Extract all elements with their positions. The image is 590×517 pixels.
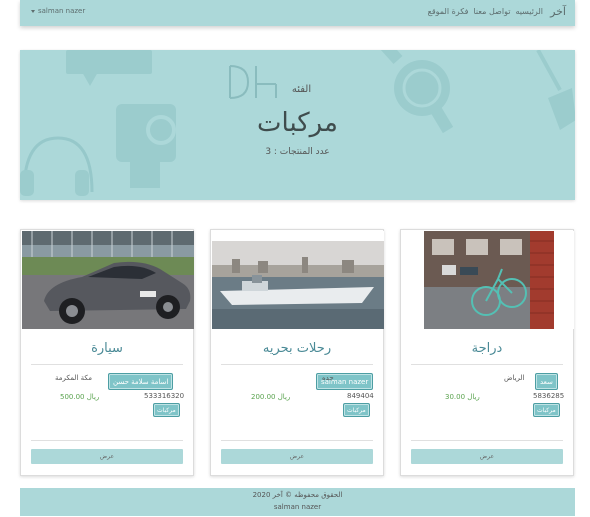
boat-image: [212, 231, 384, 329]
product-phone: 533316320: [144, 392, 185, 400]
view-button[interactable]: عرض: [31, 449, 183, 464]
divider: [31, 440, 183, 441]
divider: [31, 364, 183, 365]
product-city: الرياض: [504, 374, 525, 382]
product-card: دراجة سعد الرياض 5836285 30.00 ريال مركب…: [400, 229, 574, 476]
car-image: [22, 231, 194, 329]
nav-link-about[interactable]: فكرة الموقع: [428, 7, 469, 16]
bicycle-image: [402, 231, 574, 329]
product-price: 30.00 ريال: [445, 393, 480, 401]
divider: [221, 440, 373, 441]
divider: [221, 364, 373, 365]
view-button[interactable]: عرض: [221, 449, 373, 464]
footer-copyright: الحقوق محفوظه © آخر 2020: [252, 491, 343, 499]
footer-author: salman nazer: [273, 503, 322, 511]
divider: [411, 440, 563, 441]
owner-button[interactable]: سعد: [535, 373, 558, 390]
nav-links: الرئيسيه تواصل معنا فكرة الموقع: [428, 7, 543, 16]
product-card: سيارة اسامة سلامة حسن مكة المكرمة 533316…: [20, 229, 194, 476]
nav-link-home[interactable]: الرئيسيه: [515, 7, 543, 16]
category-button[interactable]: مركبات: [153, 403, 180, 417]
divider: [411, 364, 563, 365]
product-title[interactable]: سيارة: [21, 341, 193, 356]
user-name: salman nazer: [38, 7, 86, 15]
product-image-car[interactable]: [22, 231, 194, 329]
product-image-bicycle[interactable]: [402, 231, 574, 329]
product-price: 500.00 ريال: [60, 393, 100, 401]
top-navbar: آخر الرئيسيه تواصل معنا فكرة الموقع salm…: [20, 0, 575, 26]
brand-logo[interactable]: آخر: [550, 5, 566, 18]
nav-link-contact[interactable]: تواصل معنا: [473, 7, 510, 16]
category-button[interactable]: مركبات: [533, 403, 560, 417]
caret-down-icon: [31, 9, 35, 13]
category-title: مركبات: [257, 108, 338, 138]
product-card: رحلات بحريه salman nazer جده 849404 200.…: [210, 229, 384, 476]
product-title[interactable]: دراجة: [401, 341, 573, 356]
product-city: جده: [322, 374, 334, 382]
product-price: 200.00 ريال: [251, 393, 291, 401]
product-phone: 5836285: [533, 392, 565, 400]
view-button[interactable]: عرض: [411, 449, 563, 464]
category-hero: الفئه مركبات عدد المنتجات : 3: [20, 50, 575, 200]
product-count: عدد المنتجات : 3: [265, 147, 330, 157]
product-phone: 849404: [347, 392, 374, 400]
product-image-boat[interactable]: [212, 231, 384, 329]
owner-button[interactable]: اسامة سلامة حسن: [108, 373, 174, 390]
product-city: مكة المكرمة: [55, 374, 92, 382]
category-button[interactable]: مركبات: [343, 403, 370, 417]
category-label: الفئه: [291, 84, 312, 95]
page-footer: الحقوق محفوظه © آخر 2020 salman nazer: [20, 488, 575, 516]
product-title[interactable]: رحلات بحريه: [211, 341, 383, 356]
user-dropdown[interactable]: salman nazer: [31, 7, 85, 15]
